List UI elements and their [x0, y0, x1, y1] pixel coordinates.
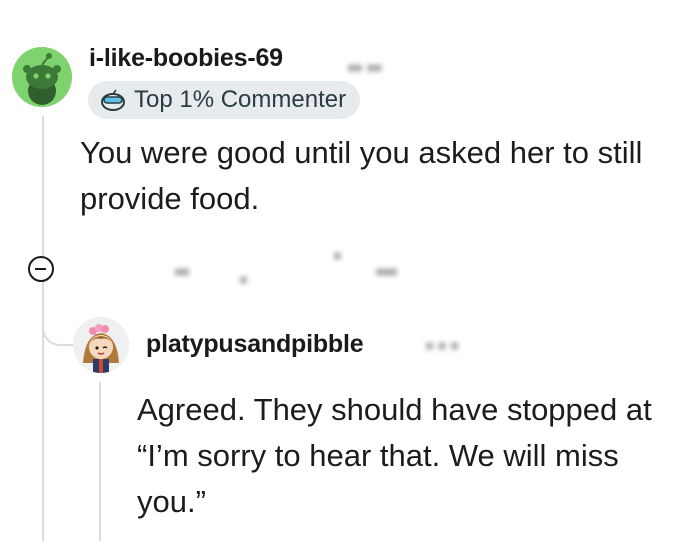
flair-label: Top 1% Commenter	[134, 86, 347, 113]
snoo-avatar-icon	[12, 47, 72, 107]
comment-action-blurred: •	[240, 270, 248, 292]
user-flair: Top 1% Commenter	[88, 81, 361, 119]
reply-meta: • • •	[426, 336, 459, 358]
comment-action-blurred: •	[334, 246, 342, 268]
snoo-goggles-icon	[101, 89, 125, 111]
reply-connector	[42, 300, 76, 346]
comment-action-blurred: ••	[175, 262, 190, 284]
comment-author[interactable]: i-like-boobies-69	[89, 44, 283, 73]
reply-author[interactable]: platypusandpibble	[146, 330, 364, 359]
cartoon-avatar-icon	[73, 317, 129, 373]
comment-body: You were good until you asked her to sti…	[80, 135, 643, 216]
comment-meta: •• ••	[348, 58, 382, 80]
comment-action-blurred: •••	[376, 262, 398, 284]
collapse-minus-icon[interactable]	[28, 256, 54, 282]
reply-thread-line	[99, 382, 101, 541]
user-avatar[interactable]	[73, 317, 129, 373]
reply-body: Agreed. They should have stopped at “I’m…	[137, 392, 652, 519]
user-avatar[interactable]	[12, 47, 72, 107]
